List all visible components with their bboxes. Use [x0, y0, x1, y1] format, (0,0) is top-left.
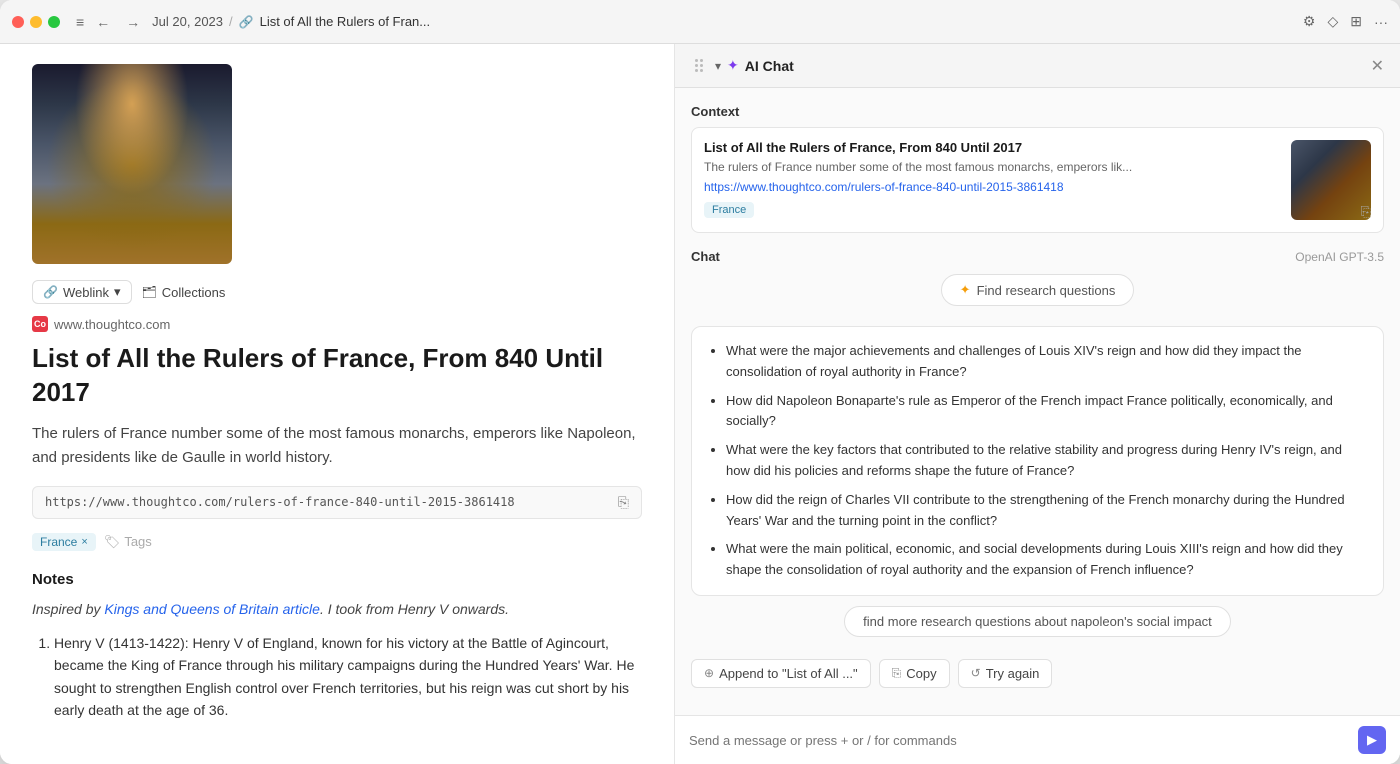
chat-input-area: ▶ [675, 715, 1400, 764]
breadcrumb-icon: 🔗 [239, 15, 254, 29]
close-traffic-light[interactable] [12, 16, 24, 28]
breadcrumb-date: Jul 20, 2023 [152, 14, 223, 29]
send-icon: ▶ [1367, 732, 1377, 748]
source-logo: Co [32, 316, 48, 332]
layout-button[interactable]: ⊞ [1350, 13, 1362, 30]
chat-title-area: ▾ ✦ AI Chat [715, 57, 1363, 74]
chat-section-header: Chat OpenAI GPT-3.5 [691, 249, 1384, 264]
chat-close-button[interactable]: ✕ [1371, 56, 1384, 76]
context-card-title: List of All the Rulers of France, From 8… [704, 140, 1279, 155]
context-card-url[interactable]: https://www.thoughtco.com/rulers-of-fran… [704, 180, 1279, 194]
append-label: Append to "List of All ..." [719, 666, 858, 681]
france-tag[interactable]: France × [32, 533, 96, 551]
ai-sparkle-icon: ✦ [727, 57, 739, 74]
doc-type-chevron: ▾ [114, 284, 121, 300]
question-item: How did the reign of Charles VII contrib… [726, 490, 1367, 532]
forward-icon: → [126, 14, 140, 30]
chat-input[interactable] [689, 733, 1350, 748]
tags-label[interactable]: 🏷 Tags [104, 534, 152, 550]
article-title: List of All the Rulers of France, From 8… [32, 342, 642, 410]
notes-prefix: Inspired by [32, 601, 104, 617]
chat-header: ▾ ✦ AI Chat ✕ [675, 44, 1400, 88]
tags-row: France × 🏷 Tags [32, 533, 642, 551]
question-item: How did Napoleon Bonaparte's rule as Emp… [726, 391, 1367, 433]
question-item: What were the main political, economic, … [726, 539, 1367, 581]
breadcrumb-separator: / [229, 14, 233, 29]
context-copy-button[interactable]: ⎘ [1361, 204, 1371, 220]
bookmark-button[interactable]: ◇ [1327, 13, 1338, 30]
article-description: The rulers of France number some of the … [32, 422, 642, 470]
list-item: Henry V (1413-1422): Henry V of England,… [54, 632, 642, 722]
try-again-button[interactable]: ↺ Try again [958, 659, 1053, 688]
forward-button[interactable]: → [122, 12, 144, 32]
source-row: Co www.thoughtco.com [32, 316, 642, 332]
chat-label: Chat [691, 249, 720, 264]
model-label: OpenAI GPT-3.5 [1295, 250, 1384, 264]
question-item: What were the key factors that contribut… [726, 440, 1367, 482]
context-card-image [1291, 140, 1371, 220]
context-label: Context [691, 104, 1384, 119]
append-icon: ⊕ [704, 666, 714, 680]
britain-article-link[interactable]: Kings and Queens of Britain article [104, 601, 320, 617]
context-tag: France [704, 202, 754, 218]
notes-section: Notes Inspired by Kings and Queens of Br… [32, 571, 642, 722]
left-panel: 🔗 Weblink ▾ 🗂 Collections Co www.thought… [0, 44, 675, 764]
back-icon: ← [96, 14, 110, 30]
context-card-desc: The rulers of France number some of the … [704, 159, 1279, 176]
try-again-label: Try again [986, 666, 1040, 681]
chat-response: What were the major achievements and cha… [691, 326, 1384, 596]
research-btn-label: Find research questions [977, 283, 1116, 298]
back-button[interactable]: ← [92, 12, 114, 32]
context-section: Context List of All the Rulers of France… [691, 104, 1384, 233]
tag-icon: 🏷 [104, 534, 121, 550]
copy-button[interactable]: ⎘ Copy [879, 659, 950, 688]
breadcrumb: Jul 20, 2023 / 🔗 List of All the Rulers … [152, 14, 430, 29]
find-research-questions-button[interactable]: ✦ Find research questions [941, 274, 1135, 306]
panel-collapse-button[interactable]: ▾ [715, 59, 721, 73]
sparkle-icon: ✦ [960, 282, 971, 298]
tools-button[interactable]: ⚙ [1303, 13, 1316, 30]
context-card-content: List of All the Rulers of France, From 8… [704, 140, 1279, 218]
sidebar-toggle-button[interactable]: ≡ [76, 14, 84, 30]
maximize-traffic-light[interactable] [48, 16, 60, 28]
copy-icon: ⎘ [892, 666, 902, 681]
more-button[interactable]: ··· [1374, 14, 1388, 30]
send-button[interactable]: ▶ [1358, 726, 1386, 754]
notes-heading: Notes [32, 571, 642, 588]
france-tag-remove[interactable]: × [81, 536, 87, 548]
action-buttons-row: ⊕ Append to "List of All ..." ⎘ Copy ↺ T… [691, 659, 1384, 698]
collections-label: Collections [162, 285, 226, 300]
retry-icon: ↺ [971, 666, 981, 680]
notes-list: Henry V (1413-1422): Henry V of England,… [32, 632, 642, 722]
copy-url-button[interactable]: ⎘ [618, 494, 629, 511]
article-url: https://www.thoughtco.com/rulers-of-fran… [45, 495, 610, 509]
question-item: What were the major achievements and cha… [726, 341, 1367, 383]
copy-label: Copy [906, 666, 936, 681]
chat-title: AI Chat [745, 58, 794, 74]
right-panel: ▾ ✦ AI Chat ✕ Context List of All the Ru… [675, 44, 1400, 764]
france-tag-label: France [40, 535, 77, 549]
followup-query-button[interactable]: find more research questions about napol… [844, 606, 1231, 637]
doc-type-badge[interactable]: 🔗 Weblink ▾ [32, 280, 132, 304]
weblink-icon: 🔗 [43, 285, 58, 299]
collections-badge[interactable]: 🗂 Collections [142, 285, 226, 300]
doc-type-label: Weblink [63, 285, 109, 300]
chat-body: Context List of All the Rulers of France… [675, 88, 1400, 715]
drag-handle[interactable] [691, 55, 707, 76]
source-domain: www.thoughtco.com [54, 317, 170, 332]
notes-text: Inspired by Kings and Queens of Britain … [32, 598, 642, 620]
context-card: List of All the Rulers of France, From 8… [691, 127, 1384, 233]
url-row: https://www.thoughtco.com/rulers-of-fran… [32, 486, 642, 519]
breadcrumb-doc-title: List of All the Rulers of Fran... [260, 14, 431, 29]
collections-icon: 🗂 [142, 285, 157, 299]
article-image [32, 64, 232, 264]
tags-text: Tags [124, 534, 151, 549]
chat-section: Chat OpenAI GPT-3.5 ✦ Find research ques… [691, 249, 1384, 698]
notes-suffix: . I took from Henry V onwards. [320, 601, 509, 617]
sidebar-icon: ≡ [76, 14, 84, 30]
append-button[interactable]: ⊕ Append to "List of All ..." [691, 659, 871, 688]
doc-meta: 🔗 Weblink ▾ 🗂 Collections [32, 280, 642, 304]
minimize-traffic-light[interactable] [30, 16, 42, 28]
